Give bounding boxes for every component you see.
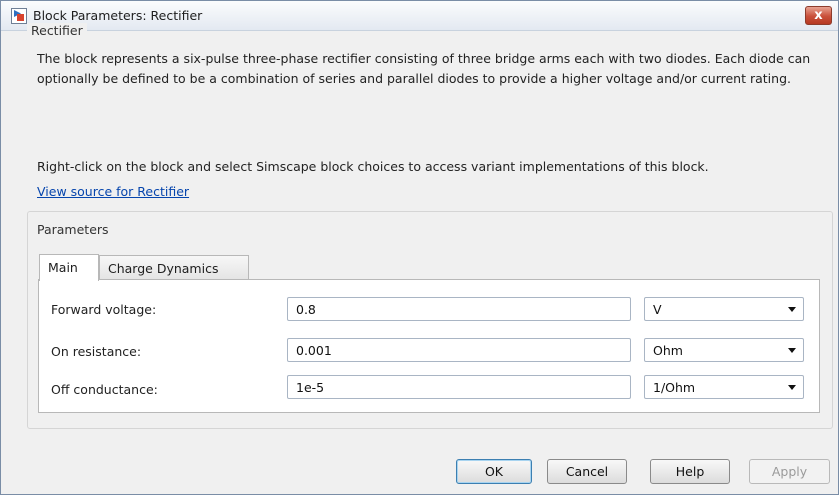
view-source-link[interactable]: View source for Rectifier — [37, 184, 189, 199]
forward-voltage-unit-value: V — [653, 302, 662, 317]
tab-main[interactable]: Main — [39, 254, 99, 281]
forward-voltage-unit-select[interactable]: V — [644, 297, 804, 321]
ok-button[interactable]: OK — [456, 459, 532, 484]
on-resistance-field[interactable]: 0.001 — [287, 338, 631, 362]
block-description: The block represents a six-pulse three-p… — [37, 51, 811, 86]
on-resistance-label: On resistance: — [51, 344, 142, 359]
title-bar[interactable]: Block Parameters: Rectifier x — [1, 1, 838, 31]
apply-button: Apply — [749, 459, 830, 484]
chevron-down-icon — [788, 307, 796, 312]
off-conductance-unit-select[interactable]: 1/Ohm — [644, 375, 804, 399]
tab-main-label: Main — [48, 260, 78, 275]
dialog-window: Block Parameters: Rectifier x Rectifier … — [0, 0, 839, 495]
window-title: Block Parameters: Rectifier — [33, 8, 203, 23]
parameters-group-title: Parameters — [33, 222, 113, 237]
close-icon: x — [814, 8, 823, 23]
variant-note: Right-click on the block and select Sims… — [37, 159, 709, 174]
on-resistance-unit-value: Ohm — [653, 343, 683, 358]
help-button[interactable]: Help — [650, 459, 730, 484]
off-conductance-unit-value: 1/Ohm — [653, 380, 696, 395]
close-button[interactable]: x — [805, 6, 832, 25]
chevron-down-icon — [788, 385, 796, 390]
forward-voltage-field[interactable]: 0.8 — [287, 297, 631, 321]
description-group-title: Rectifier — [27, 23, 87, 38]
chevron-down-icon — [788, 348, 796, 353]
tab-charge-dynamics-label: Charge Dynamics — [108, 261, 219, 276]
off-conductance-label: Off conductance: — [51, 382, 158, 397]
cancel-button[interactable]: Cancel — [547, 459, 627, 484]
tab-charge-dynamics[interactable]: Charge Dynamics — [99, 255, 249, 280]
forward-voltage-label: Forward voltage: — [51, 302, 157, 317]
simulink-block-icon — [11, 8, 27, 24]
on-resistance-unit-select[interactable]: Ohm — [644, 338, 804, 362]
off-conductance-field[interactable]: 1e-5 — [287, 375, 631, 399]
